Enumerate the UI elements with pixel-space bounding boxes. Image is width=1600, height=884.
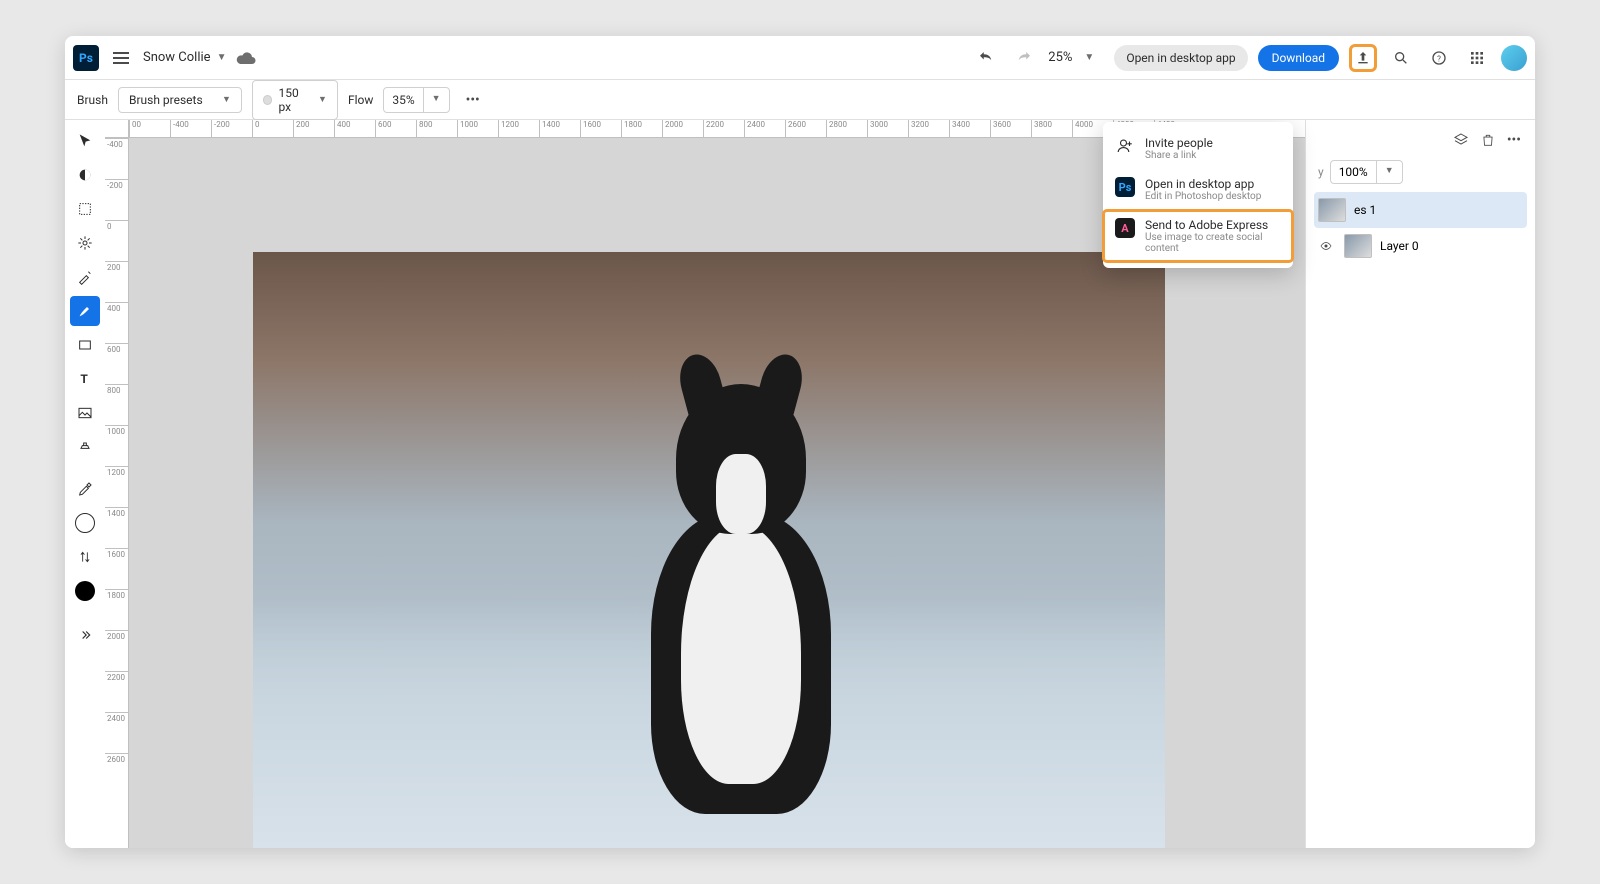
more-options-icon[interactable]: •••: [460, 92, 486, 108]
opacity-control[interactable]: 100% ▼: [1330, 160, 1403, 184]
undo-icon[interactable]: [972, 44, 1000, 72]
layer-name: Layer 0: [1380, 239, 1419, 253]
mask-tool[interactable]: [70, 160, 100, 190]
layer-name: es 1: [1354, 203, 1376, 217]
layer-row[interactable]: es 1: [1314, 192, 1527, 228]
selection-tool[interactable]: [70, 194, 100, 224]
opacity-label-trailing: y: [1318, 165, 1324, 179]
chevron-down-icon[interactable]: ▼: [217, 52, 227, 63]
more-icon[interactable]: •••: [1507, 132, 1521, 148]
layers-panel: ••• y 100% ▼ es 1 Layer 0: [1305, 120, 1535, 848]
layer-thumbnail: [1344, 234, 1372, 258]
help-icon[interactable]: ?: [1425, 44, 1453, 72]
image-tool-icon[interactable]: [70, 398, 100, 428]
background-color[interactable]: [70, 576, 100, 606]
magic-tool-icon[interactable]: [70, 262, 100, 292]
tool-name-label: Brush: [77, 93, 108, 107]
canvas-image[interactable]: [253, 252, 1165, 848]
ruler-corner: [105, 120, 129, 138]
share-send-to-express[interactable]: A Send to Adobe Express Use image to cre…: [1103, 210, 1293, 262]
text-tool[interactable]: T: [70, 364, 100, 394]
open-desktop-button[interactable]: Open in desktop app: [1114, 45, 1247, 71]
move-tool[interactable]: [70, 126, 100, 156]
rectangle-tool[interactable]: [70, 330, 100, 360]
zoom-chevron-icon[interactable]: ▼: [1084, 52, 1094, 63]
user-avatar[interactable]: [1501, 45, 1527, 71]
ps-logo: Ps: [73, 45, 99, 71]
brush-size-dropdown[interactable]: 150 px▼: [252, 80, 338, 120]
brush-tool[interactable]: [70, 296, 100, 326]
share-open-desktop[interactable]: Ps Open in desktop app Edit in Photoshop…: [1103, 169, 1293, 210]
clone-tool-icon[interactable]: [70, 432, 100, 462]
share-button[interactable]: [1349, 44, 1377, 72]
foreground-color[interactable]: [70, 508, 100, 538]
swap-colors-icon[interactable]: [70, 542, 100, 572]
flow-label: Flow: [348, 93, 373, 107]
visibility-icon[interactable]: [1318, 240, 1336, 252]
eyedropper-tool[interactable]: [70, 474, 100, 504]
layers-icon[interactable]: [1453, 132, 1469, 148]
settings-tool-icon[interactable]: [70, 228, 100, 258]
search-icon[interactable]: [1387, 44, 1415, 72]
layer-row[interactable]: Layer 0: [1314, 228, 1527, 264]
share-invite-people[interactable]: Invite people Share a link: [1103, 128, 1293, 169]
ruler-vertical: -400-20002004006008001000120014001600180…: [105, 138, 129, 848]
cloud-icon[interactable]: [236, 51, 256, 65]
zoom-level[interactable]: 25%: [1048, 50, 1072, 65]
document-title[interactable]: Snow Collie: [143, 50, 211, 65]
redo-icon[interactable]: [1010, 44, 1038, 72]
layer-thumbnail: [1318, 198, 1346, 222]
app-window: Ps Snow Collie ▼ 25% ▼ Open in desktop a…: [65, 36, 1535, 848]
top-right-controls: 25% ▼ Open in desktop app Download ?: [972, 44, 1527, 72]
tool-panel: T: [65, 120, 105, 848]
menu-hamburger-icon[interactable]: [109, 46, 133, 70]
apps-grid-icon[interactable]: [1463, 44, 1491, 72]
flow-control[interactable]: 35% ▼: [383, 87, 449, 113]
main-area: T 00-400-2000200400600800100012001400160…: [65, 120, 1535, 848]
option-bar: Brush Brush presets▼ 150 px▼ Flow 35% ▼ …: [65, 80, 1535, 120]
expand-tools-icon[interactable]: [70, 620, 100, 650]
download-button[interactable]: Download: [1258, 45, 1339, 71]
brush-presets-dropdown[interactable]: Brush presets▼: [118, 87, 242, 113]
svg-text:T: T: [80, 372, 88, 386]
share-menu: Invite people Share a link Ps Open in de…: [1103, 122, 1293, 268]
trash-icon[interactable]: [1481, 132, 1495, 148]
top-bar: Ps Snow Collie ▼ 25% ▼ Open in desktop a…: [65, 36, 1535, 80]
svg-text:?: ?: [1437, 54, 1441, 63]
